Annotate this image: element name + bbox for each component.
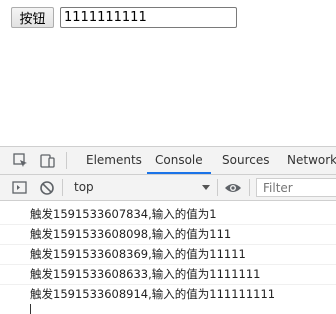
console-log-line: 触发1591533608098,输入的值为111 [30, 227, 232, 241]
sidebar-toggle-icon[interactable] [11, 179, 29, 197]
console-log-line: 触发1591533608633,输入的值为1111111 [30, 267, 261, 281]
context-select[interactable]: top [66, 178, 214, 197]
chevron-down-icon [202, 185, 210, 190]
trigger-button[interactable]: 按钮 [11, 7, 54, 28]
console-log-line: 触发1591533608914,输入的值为111111111 [30, 287, 276, 301]
toolbar-divider [249, 179, 250, 196]
clear-console-icon[interactable] [38, 179, 56, 197]
console-log-line: 触发1591533607834,输入的值为1 [30, 207, 217, 221]
console-toolbar: top [0, 175, 336, 201]
tab-console[interactable]: Console [147, 147, 211, 174]
filter-input[interactable] [256, 178, 336, 197]
console-output: 触发1591533607834,输入的值为1 触发1591533608098,输… [0, 204, 336, 314]
eye-icon[interactable] [223, 179, 243, 197]
toolbar-divider [62, 179, 63, 196]
console-prompt-cursor[interactable] [30, 304, 31, 314]
devtools-tabbar: Elements Console Sources Network [0, 147, 336, 175]
tab-sources[interactable]: Sources [214, 147, 277, 174]
text-input[interactable] [60, 7, 237, 28]
toolbar-divider [217, 179, 218, 196]
tab-network[interactable]: Network [279, 147, 336, 174]
context-select-value: top [74, 180, 94, 194]
tabbar-divider [66, 152, 67, 169]
tab-elements[interactable]: Elements [78, 147, 150, 174]
inspect-element-icon[interactable] [12, 152, 30, 170]
console-log-line: 触发1591533608369,输入的值为11111 [30, 247, 246, 261]
page-area: 按钮 [0, 0, 336, 146]
device-toolbar-icon[interactable] [39, 152, 57, 170]
devtools-panel: Elements Console Sources Network top 触发1… [0, 146, 336, 314]
